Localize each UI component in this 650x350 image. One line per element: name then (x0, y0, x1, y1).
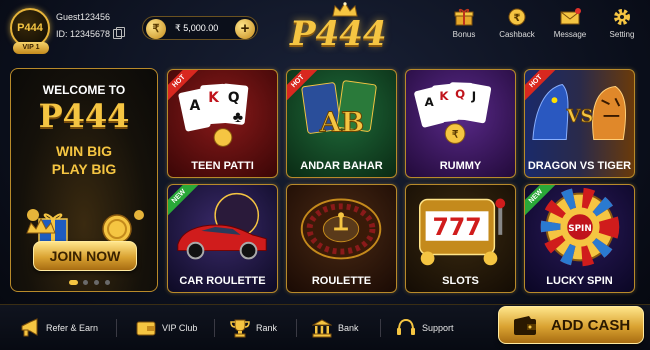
cashback-button[interactable]: ₹ Cashback (493, 8, 541, 44)
nav-vip-club[interactable]: VIP Club (136, 305, 197, 350)
svg-text:777: 777 (432, 213, 481, 241)
game-tile-dragon-vs-tiger[interactable]: VS HOT DRAGON VS TIGER (524, 69, 635, 178)
game-tile-andar-bahar[interactable]: AB HOT ANDAR BAHAR (286, 69, 397, 178)
nav-divider (116, 319, 117, 337)
nav-divider (380, 319, 381, 337)
bonus-label: Bonus (452, 30, 476, 39)
megaphone-icon (21, 318, 38, 337)
game-label: SLOTS (442, 275, 479, 287)
game-label: DRAGON VS TIGER (527, 160, 632, 172)
nav-support[interactable]: Support (396, 305, 454, 350)
svg-text:Q: Q (455, 87, 465, 101)
game-tile-lucky-spin[interactable]: SPIN NEW LUCKY SPIN (524, 184, 635, 293)
svg-text:A: A (190, 98, 201, 114)
balance-amount: ₹ 5,000.00 (175, 23, 219, 33)
nav-divider (214, 319, 215, 337)
carousel-dot-4[interactable] (105, 280, 110, 285)
svg-text:K: K (208, 90, 220, 106)
roulette-wheel-icon (300, 198, 382, 260)
game-tile-teen-patti[interactable]: A K Q ♣ HOT TEEN PATTI (167, 69, 278, 178)
game-tile-slots[interactable]: 777 SLOTS (405, 184, 516, 293)
user-id: ID: 12345678 (56, 29, 111, 39)
svg-text:J: J (471, 89, 476, 103)
game-tile-car-roulette[interactable]: NEW CAR ROULETTE (167, 184, 278, 293)
game-label: ROULETTE (311, 275, 372, 287)
add-cash-label: ADD CASH (551, 317, 631, 334)
game-label: TEEN PATTI (191, 160, 254, 172)
svg-text:Q: Q (228, 90, 240, 106)
nav-label: Refer & Earn (46, 323, 99, 333)
svg-text:K: K (439, 89, 449, 103)
carousel-dot-2[interactable] (83, 280, 88, 285)
banner-line2: PLAY BIG (51, 161, 117, 177)
avatar-logo-text: P444 (17, 22, 43, 34)
gift-icon (454, 8, 474, 26)
bonus-button[interactable]: Bonus (440, 8, 488, 44)
top-header: P444 VIP 1 Guest123456 ID: 12345678 ₹ ₹ … (0, 0, 650, 62)
trophy-icon (230, 319, 250, 338)
banner-line1: WIN BIG (56, 143, 112, 159)
banner-welcome-text: WELCOME TO (42, 83, 126, 97)
svg-text:AB: AB (319, 107, 365, 139)
copy-icon[interactable] (113, 27, 125, 39)
vip-badge[interactable]: VIP 1 (13, 42, 49, 54)
carousel-dot-1[interactable] (69, 280, 78, 285)
carousel-dot-3[interactable] (94, 280, 99, 285)
username: Guest123456 (56, 12, 111, 22)
unread-dot (575, 8, 581, 14)
add-cash-button[interactable]: ADD CASH (498, 306, 644, 344)
nav-label: VIP Club (162, 323, 198, 333)
svg-text:A: A (425, 95, 435, 109)
game-label: ANDAR BAHAR (300, 160, 383, 172)
join-now-button[interactable]: JOIN NOW (33, 241, 137, 271)
message-button[interactable]: Message (546, 8, 594, 44)
vip-wallet-icon (136, 321, 156, 336)
brand-logo: P444 (290, 14, 387, 54)
carousel-dots (69, 280, 110, 286)
wallet-icon (514, 316, 536, 335)
gear-icon (614, 9, 630, 25)
game-label: LUCKY SPIN (546, 275, 613, 287)
add-balance-button[interactable]: + (235, 19, 255, 39)
nav-label: Support (422, 323, 454, 333)
game-label: CAR ROULETTE (179, 275, 266, 287)
nav-label: Bank (338, 323, 359, 333)
game-tile-rummy[interactable]: A K Q J ₹ RUMMY (405, 69, 516, 178)
svg-text:₹: ₹ (514, 13, 521, 24)
nav-rank[interactable]: Rank (230, 305, 277, 350)
welcome-banner[interactable]: WELCOME TO P444 WIN BIG PLAY BIG JOIN NO… (10, 68, 158, 292)
nav-refer-earn[interactable]: Refer & Earn (20, 305, 98, 350)
setting-button[interactable]: Setting (598, 8, 646, 44)
rupee-coin-icon: ₹ (146, 19, 166, 39)
rummy-cards-icon: A K Q J ₹ (414, 82, 492, 144)
svg-text:₹: ₹ (452, 130, 459, 141)
nav-label: Rank (256, 323, 278, 333)
slot-machine-icon: 777 (419, 198, 506, 266)
balance-display[interactable]: ₹ ₹ 5,000.00 + (142, 16, 258, 40)
headset-icon (397, 318, 415, 335)
svg-text:SPIN: SPIN (568, 224, 592, 234)
bank-icon (312, 319, 332, 338)
nav-divider (296, 319, 297, 337)
game-tile-roulette[interactable]: ROULETTE (286, 184, 397, 293)
game-label: RUMMY (439, 160, 482, 172)
svg-text:♣: ♣ (233, 109, 243, 126)
setting-label: Setting (609, 30, 635, 39)
cashback-coin-icon: ₹ (508, 8, 526, 26)
message-label: Message (553, 30, 587, 39)
cashback-label: Cashback (499, 30, 535, 39)
nav-bank[interactable]: Bank (312, 305, 359, 350)
banner-brand: P444 (38, 97, 130, 135)
svg-text:VS: VS (566, 106, 593, 127)
